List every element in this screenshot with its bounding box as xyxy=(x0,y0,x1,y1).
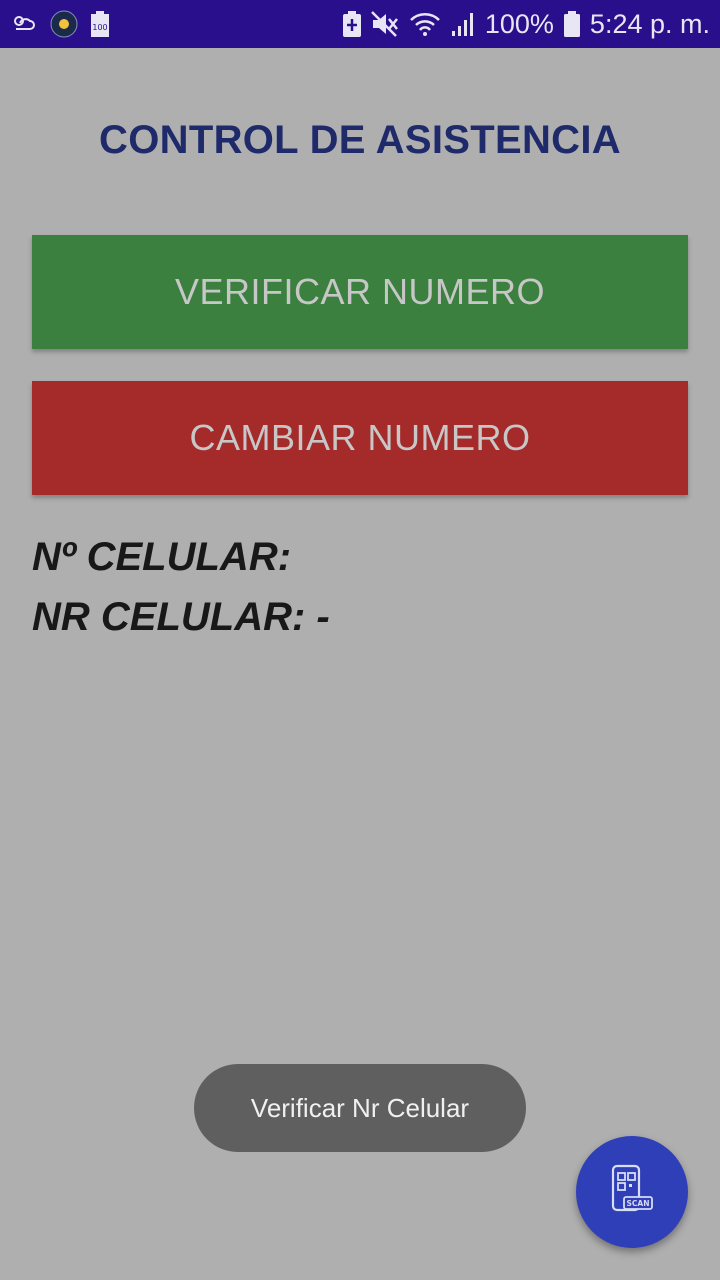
nr-cell-label: NR CELULAR: - xyxy=(32,595,330,639)
mute-icon xyxy=(370,11,399,37)
status-bar-right: 100% 5:24 p. m. xyxy=(342,8,710,40)
status-bar: 100 100% 5:24 p. m. xyxy=(0,0,720,48)
wifi-icon xyxy=(409,11,441,37)
scan-label: SCAN xyxy=(627,1199,650,1208)
scan-icon: SCAN xyxy=(610,1164,654,1221)
battery-saver-icon: 100 xyxy=(90,10,110,38)
battery-percent: 100% xyxy=(484,8,554,39)
page-title: CONTROL DE ASISTENCIA xyxy=(99,118,621,162)
verify-number-button[interactable]: VERIFICAR NUMERO xyxy=(32,235,688,349)
toast-message: Verificar Nr Celular xyxy=(194,1064,526,1152)
cloud-sun-icon xyxy=(10,12,38,36)
battery-icon xyxy=(563,11,580,37)
rcs-icon xyxy=(342,11,361,37)
status-bar-left: 100 xyxy=(10,10,110,38)
signal-icon xyxy=(451,11,475,37)
status-time: 5:24 p. m. xyxy=(589,8,710,39)
change-number-button[interactable]: CAMBIAR NUMERO xyxy=(32,381,688,495)
weather-icon xyxy=(50,10,78,38)
cell-number-label: Nº CELULAR: xyxy=(32,535,292,579)
scan-fab-button[interactable]: SCAN xyxy=(576,1136,688,1248)
battery-saver-badge: 100 xyxy=(92,23,107,32)
